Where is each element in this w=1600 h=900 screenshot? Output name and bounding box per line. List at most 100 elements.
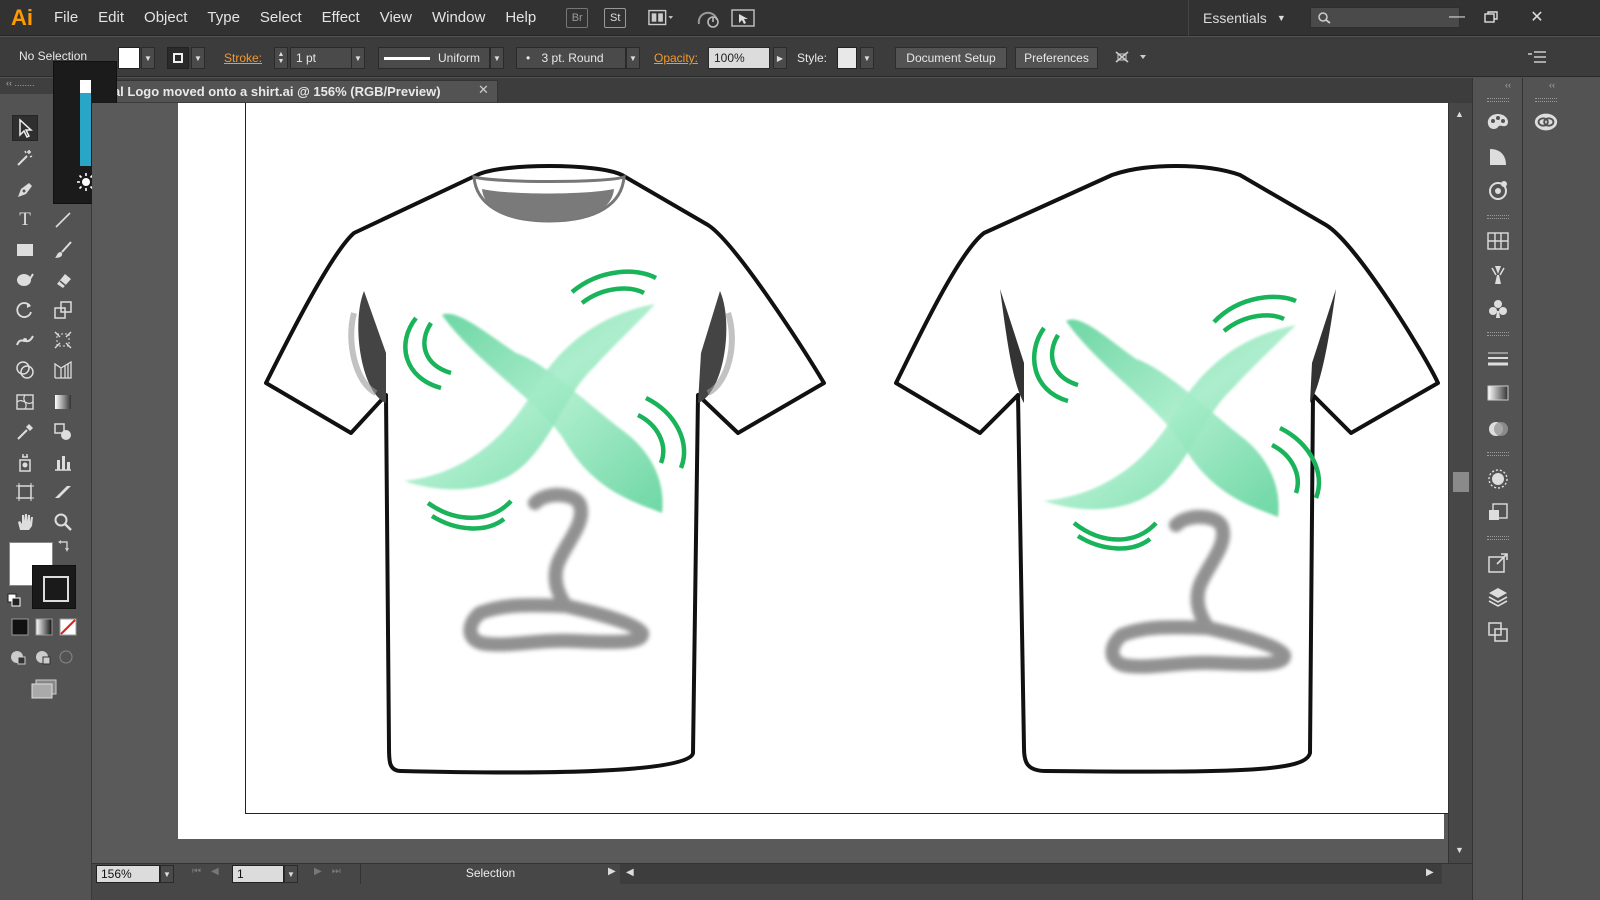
- opacity-label[interactable]: Opacity:: [654, 51, 698, 65]
- menu-edit[interactable]: Edit: [88, 0, 134, 36]
- line-tool-icon[interactable]: [50, 207, 76, 233]
- stroke-weight-stepper[interactable]: ▲ ▼: [274, 47, 288, 69]
- search-input[interactable]: [1310, 7, 1460, 28]
- swap-fill-stroke-icon[interactable]: [56, 538, 72, 554]
- color-panel-icon[interactable]: [1485, 109, 1511, 135]
- canvas-area[interactable]: [92, 103, 1448, 863]
- mesh-tool-icon[interactable]: [12, 389, 38, 415]
- document-setup-button[interactable]: Document Setup: [895, 47, 1007, 69]
- shaper-tool-icon[interactable]: [12, 267, 38, 293]
- selection-tool-icon[interactable]: [12, 115, 38, 141]
- column-graph-tool-icon[interactable]: [50, 449, 76, 475]
- default-fill-stroke-icon[interactable]: [6, 592, 22, 608]
- gpu-performance-icon[interactable]: [696, 7, 722, 29]
- panel-grip[interactable]: [1487, 536, 1509, 540]
- brush-dropdown[interactable]: ▼: [626, 47, 640, 69]
- artboard-number-field[interactable]: 1: [232, 865, 284, 883]
- fill-dropdown[interactable]: ▼: [141, 47, 155, 69]
- hand-tool-icon[interactable]: [12, 509, 38, 535]
- zoom-tool-icon[interactable]: [50, 509, 76, 535]
- bridge-button[interactable]: Br: [566, 7, 589, 28]
- menu-object[interactable]: Object: [134, 0, 197, 36]
- scroll-right-icon[interactable]: ▶: [1426, 867, 1434, 878]
- stroke-label[interactable]: Stroke:: [224, 51, 262, 65]
- preferences-button[interactable]: Preferences: [1015, 47, 1098, 69]
- rotate-tool-icon[interactable]: [12, 297, 38, 323]
- artboard-nav-next-last-icon[interactable]: ▶⏭: [314, 866, 351, 877]
- stroke-weight-field[interactable]: 1 pt: [290, 47, 352, 69]
- document-tab[interactable]: nal Logo moved onto a shirt.ai @ 156% (R…: [92, 80, 498, 102]
- rectangle-tool-icon[interactable]: [12, 237, 38, 263]
- shape-builder-tool-icon[interactable]: [12, 357, 38, 383]
- stroke-swatch[interactable]: [32, 565, 76, 609]
- stroke-color-swatch[interactable]: [167, 47, 189, 69]
- opacity-slider-arrow[interactable]: ▶: [773, 47, 787, 69]
- status-menu-arrow-icon[interactable]: ▶: [608, 866, 616, 877]
- none-mode-icon[interactable]: [57, 616, 79, 638]
- symbol-sprayer-tool-icon[interactable]: [12, 449, 38, 475]
- restore-button[interactable]: [1476, 4, 1506, 30]
- stroke-weight-dropdown[interactable]: ▼: [351, 47, 365, 69]
- gradient-panel-icon[interactable]: [1485, 380, 1511, 406]
- shirt-front[interactable]: [264, 164, 826, 775]
- zoom-field[interactable]: 156%: [96, 865, 160, 883]
- variable-width-profile[interactable]: Uniform: [378, 47, 490, 69]
- drawing-modes-icon[interactable]: [8, 646, 78, 668]
- vertical-scrollbar[interactable]: ▲ ▼: [1448, 103, 1472, 863]
- workspace-switcher[interactable]: Essentials ▼: [1188, 0, 1286, 36]
- screen-mode-icon[interactable]: [28, 676, 60, 702]
- close-button[interactable]: ✕: [1522, 4, 1552, 30]
- menu-type[interactable]: Type: [197, 0, 250, 36]
- paintbrush-tool-icon[interactable]: [50, 237, 76, 263]
- appearance-panel-icon[interactable]: [1485, 466, 1511, 492]
- cc-libraries-icon[interactable]: [1533, 109, 1559, 135]
- blend-tool-icon[interactable]: [50, 419, 76, 445]
- slice-tool-icon[interactable]: [50, 479, 76, 505]
- menu-effect[interactable]: Effect: [312, 0, 370, 36]
- collapse-libraries-icon[interactable]: ‹‹: [1549, 80, 1555, 90]
- gradient-tool-icon[interactable]: [50, 389, 76, 415]
- arrange-documents-icon[interactable]: [648, 7, 674, 29]
- graphic-style-dropdown[interactable]: ▼: [860, 47, 874, 69]
- panel-grip[interactable]: [1487, 215, 1509, 219]
- free-transform-tool-icon[interactable]: [50, 327, 76, 353]
- export-asset-icon[interactable]: [1485, 550, 1511, 576]
- profile-dropdown[interactable]: ▼: [490, 47, 504, 69]
- stock-button[interactable]: St: [604, 7, 627, 28]
- panel-grip[interactable]: [1487, 332, 1509, 336]
- close-document-icon[interactable]: ✕: [478, 82, 489, 98]
- stroke-color-dropdown[interactable]: ▼: [191, 47, 205, 69]
- menu-help[interactable]: Help: [495, 0, 546, 36]
- menu-window[interactable]: Window: [422, 0, 495, 36]
- color-guide-icon[interactable]: [1485, 144, 1511, 170]
- eyedropper-tool-icon[interactable]: [12, 419, 38, 445]
- sync-settings-icon[interactable]: [730, 7, 756, 29]
- color-themes-icon[interactable]: [1485, 178, 1511, 204]
- horizontal-scrollbar[interactable]: ◀ ▶: [620, 864, 1572, 884]
- menu-select[interactable]: Select: [250, 0, 312, 36]
- width-tool-icon[interactable]: [12, 327, 38, 353]
- layers-panel-icon[interactable]: [1485, 584, 1511, 610]
- color-mode-icon[interactable]: [9, 616, 31, 638]
- stroke-panel-icon[interactable]: [1485, 346, 1511, 372]
- zoom-dropdown[interactable]: ▼: [160, 865, 174, 883]
- panel-grip[interactable]: [1487, 98, 1509, 102]
- artboard-dropdown[interactable]: ▼: [284, 865, 298, 883]
- artboard-nav-first-prev-icon[interactable]: ⏮◀: [192, 866, 229, 877]
- fill-color-swatch[interactable]: [118, 47, 140, 69]
- scale-tool-icon[interactable]: [50, 297, 76, 323]
- graphic-style-swatch[interactable]: [837, 47, 857, 69]
- eraser-tool-icon[interactable]: [50, 267, 76, 293]
- shirt-back[interactable]: [894, 164, 1440, 774]
- collapse-panels-icon[interactable]: ‹‹: [1505, 80, 1511, 90]
- opacity-field[interactable]: 100%: [708, 47, 770, 69]
- artboard-tool-icon[interactable]: [12, 479, 38, 505]
- brush-definition[interactable]: • 3 pt. Round: [516, 47, 626, 69]
- minimize-button[interactable]: —: [1442, 4, 1472, 30]
- brushes-panel-icon[interactable]: [1485, 262, 1511, 288]
- align-transform-icon[interactable]: [1112, 48, 1148, 69]
- gradient-mode-icon[interactable]: [33, 616, 55, 638]
- panel-grip[interactable]: [1487, 452, 1509, 456]
- swatches-panel-icon[interactable]: [1485, 228, 1511, 254]
- graphic-styles-icon[interactable]: [1485, 500, 1511, 526]
